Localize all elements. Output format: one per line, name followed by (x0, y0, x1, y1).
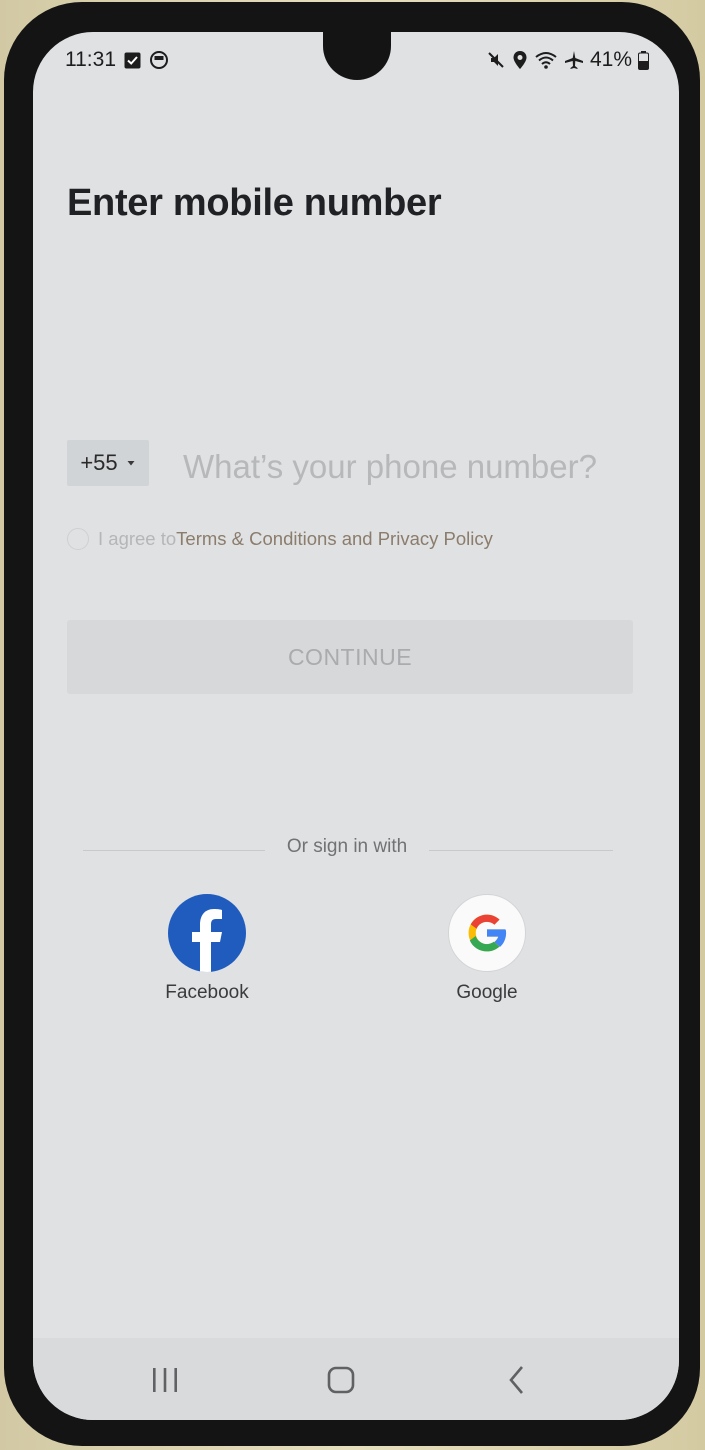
phone-frame: 11:31 41% Enter mobile number +55 What’s… (4, 2, 700, 1446)
country-code: +55 (80, 450, 118, 475)
divider-right (429, 850, 613, 851)
caret-down-icon (126, 459, 136, 467)
status-right: 41% (486, 46, 649, 74)
mute-icon (486, 50, 506, 70)
divider-left (83, 850, 265, 851)
or-sign-in-label: Or sign in with (286, 836, 408, 857)
terms-privacy-link[interactable]: Terms & Conditions and Privacy Policy (176, 528, 493, 550)
back-icon[interactable] (487, 1360, 547, 1400)
terms-agreement: I agree to Terms & Conditions and Privac… (67, 524, 493, 554)
agree-checkbox[interactable] (67, 528, 89, 550)
home-icon[interactable] (311, 1360, 371, 1400)
google-sign-in-button[interactable]: Google (427, 894, 547, 1004)
facebook-label: Facebook (165, 982, 249, 1003)
page-title: Enter mobile number (67, 182, 442, 224)
agree-prefix-text: I agree to (98, 528, 177, 549)
status-left: 11:31 (65, 46, 169, 74)
wifi-icon (534, 50, 558, 70)
phone-number-input[interactable] (179, 442, 647, 492)
camera-notch (323, 32, 391, 80)
status-bar: 11:31 41% (33, 32, 679, 88)
google-icon (448, 894, 526, 972)
facebook-sign-in-button[interactable]: Facebook (147, 894, 267, 1004)
navigation-bar (33, 1338, 679, 1420)
facebook-icon (168, 894, 246, 972)
battery-percent: 41% (589, 48, 632, 71)
battery-icon (638, 50, 649, 70)
check-square-icon (124, 52, 141, 69)
continue-button[interactable]: CONTINUE (67, 620, 633, 694)
recent-apps-icon[interactable] (135, 1360, 195, 1400)
status-time: 11:31 (65, 48, 116, 71)
screen: 11:31 41% Enter mobile number +55 What’s… (33, 32, 679, 1420)
google-label: Google (456, 982, 518, 1003)
country-code-selector[interactable]: +55 (67, 440, 149, 486)
airplane-icon (564, 50, 584, 70)
location-icon (512, 50, 528, 70)
chat-bubble-icon (149, 50, 169, 70)
